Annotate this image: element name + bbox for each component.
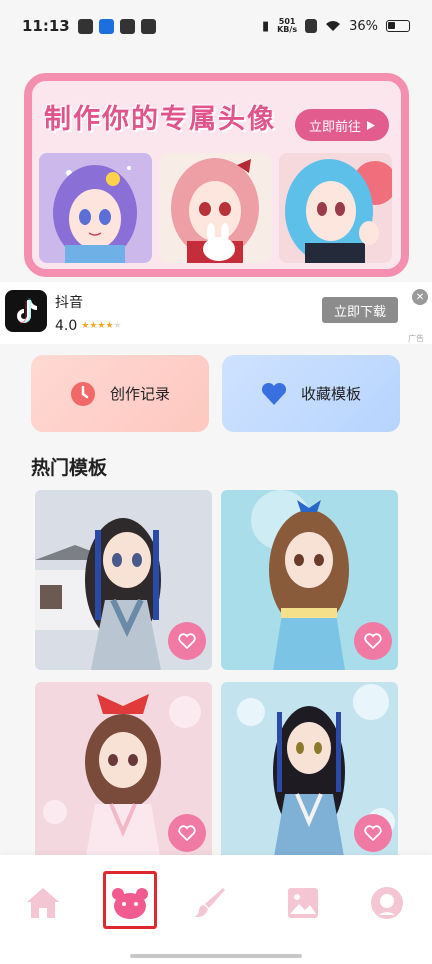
- rating-stars-icon: ★★★★★: [81, 321, 122, 331]
- heart-outline-icon: [364, 633, 382, 649]
- brush-icon: [195, 888, 225, 918]
- banner-avatar-1: [39, 153, 152, 263]
- create-avatar-banner[interactable]: 制作你的专属头像 立即前往: [24, 73, 409, 277]
- net-speed: 501 KB/s: [277, 18, 297, 34]
- ad-app-name: 抖音: [55, 295, 83, 311]
- play-notification-icon: [119, 18, 135, 34]
- status-time: 11:13: [22, 17, 70, 35]
- ad-banner[interactable]: 抖音 4.0 ★★★★★ 立即下载 ✕ 广告: [0, 282, 432, 344]
- favorite-templates-card[interactable]: 收藏模板: [222, 355, 400, 432]
- nav-home[interactable]: [23, 883, 63, 923]
- notification-icons: [77, 18, 156, 34]
- image-icon: [288, 888, 318, 918]
- banner-title: 制作你的专属头像: [44, 104, 276, 135]
- battery-icon: [386, 20, 410, 32]
- heart-outline-icon: [178, 825, 196, 841]
- avatar-icon: [371, 887, 403, 919]
- banner-images: [39, 153, 392, 263]
- nav-profile[interactable]: [367, 883, 407, 923]
- close-ad-icon[interactable]: ✕: [412, 289, 428, 305]
- ad-rating: 4.0 ★★★★★: [55, 318, 122, 334]
- heart-icon: [261, 382, 287, 405]
- battery-percent: 36%: [349, 18, 378, 34]
- creation-records-label: 创作记录: [109, 385, 170, 403]
- bear-icon: [112, 888, 148, 919]
- status-right: ▮ 501 KB/s 36%: [262, 18, 410, 34]
- net-speed-unit: KB/s: [277, 25, 298, 34]
- vibrate-icon: ▮: [261, 18, 270, 34]
- nav-image[interactable]: [283, 883, 323, 923]
- heart-outline-icon: [364, 825, 382, 841]
- hot-templates-title: 热门模板: [31, 457, 108, 479]
- banner-avatar-2: [159, 153, 272, 263]
- template-card-3[interactable]: [35, 682, 212, 862]
- template-card-1[interactable]: [35, 490, 212, 670]
- favorite-button[interactable]: [168, 622, 206, 660]
- favorite-button[interactable]: [354, 622, 392, 660]
- favorite-templates-label: 收藏模板: [300, 385, 361, 403]
- wifi-icon: [326, 21, 341, 31]
- go-now-label: 立即前往: [308, 119, 361, 135]
- creation-records-card[interactable]: 创作记录: [31, 355, 209, 432]
- bottom-nav: [0, 855, 432, 964]
- template-card-4[interactable]: [221, 682, 398, 862]
- go-now-button[interactable]: 立即前往: [295, 109, 389, 141]
- favorite-button[interactable]: [354, 814, 392, 852]
- home-icon: [27, 888, 59, 918]
- alipay-notification-icon: [98, 18, 114, 34]
- play-arrow-icon: [367, 120, 375, 130]
- home-indicator: [130, 954, 302, 958]
- heart-outline-icon: [178, 633, 196, 649]
- download-button[interactable]: 立即下载: [322, 297, 398, 323]
- nav-brush[interactable]: [190, 883, 230, 923]
- banner-avatar-3: [279, 153, 392, 263]
- ad-tag: 广告: [408, 334, 424, 343]
- ad-rating-value: 4.0: [55, 318, 78, 334]
- douyin-logo: [5, 290, 47, 332]
- favorite-button[interactable]: [168, 814, 206, 852]
- nav-bear[interactable]: [110, 883, 150, 923]
- template-card-2[interactable]: [221, 490, 398, 670]
- sim-icon: [305, 19, 318, 33]
- status-bar: 11:13 ▮ 501 KB/s 36%: [0, 0, 432, 52]
- message-notification-icon: [140, 18, 156, 34]
- app-notification-icon: [77, 18, 93, 34]
- clock-icon: [70, 381, 95, 406]
